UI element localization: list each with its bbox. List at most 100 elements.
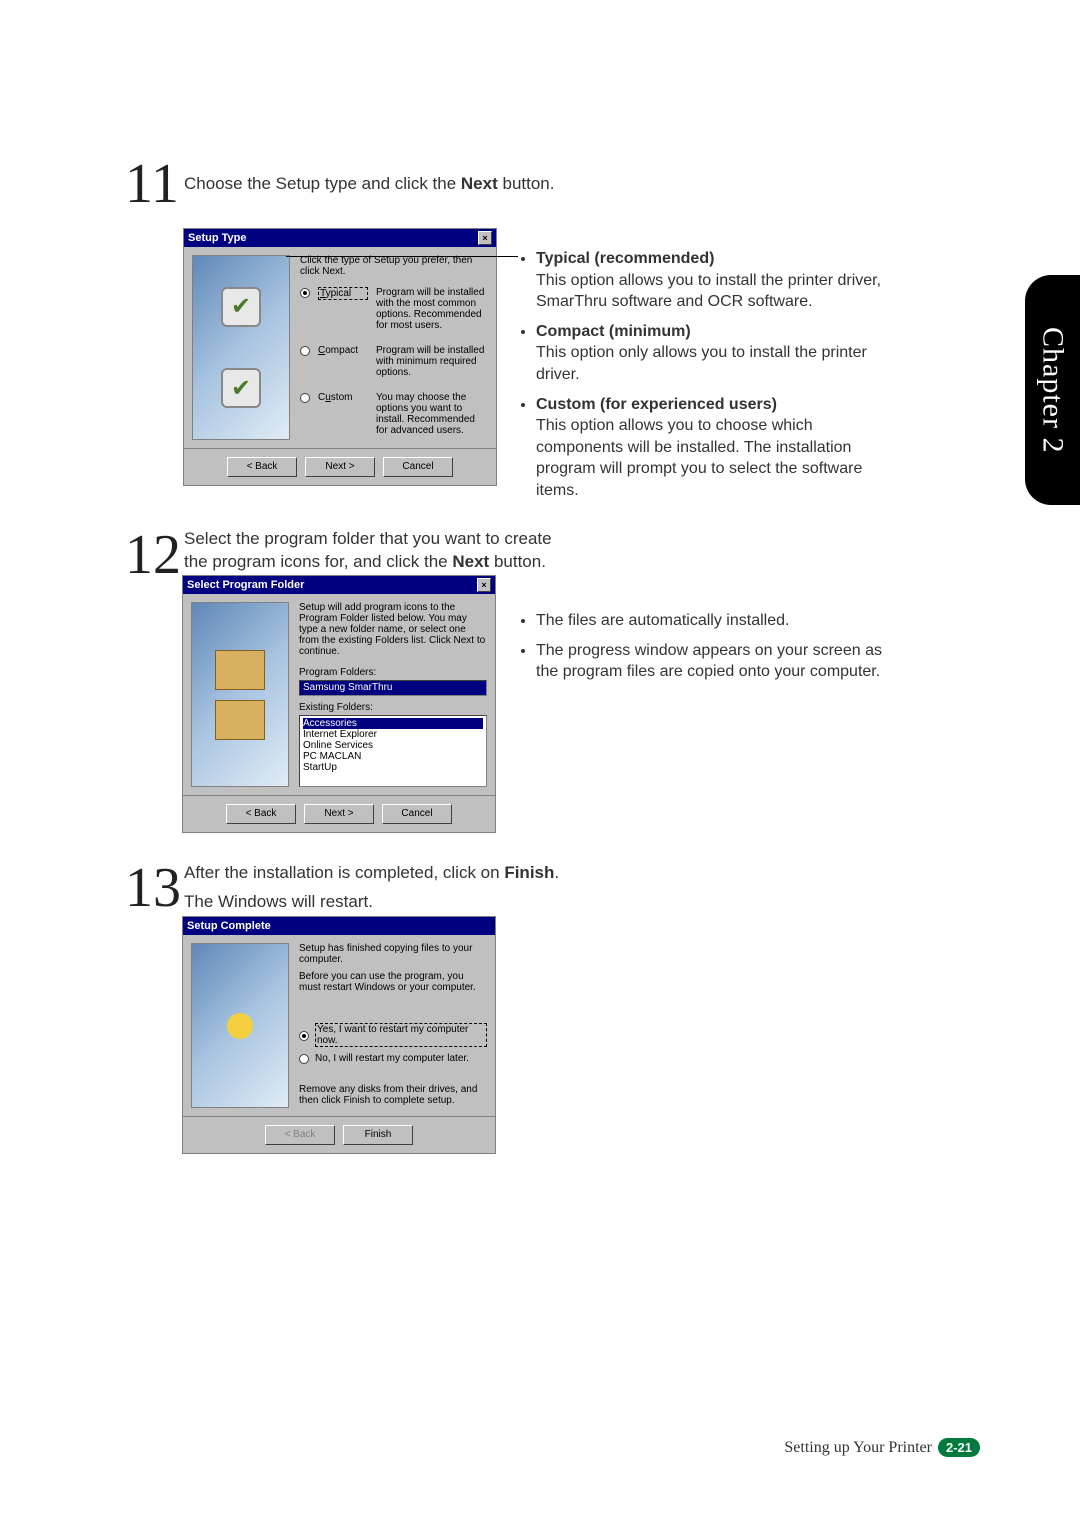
dialog1-instruction: Click the type of Setup you prefer, then… (300, 255, 488, 277)
back-button[interactable]: < Back (226, 804, 296, 824)
dialog2-titlebar: Select Program Folder × (183, 576, 495, 594)
step-number-11: 11 (125, 152, 179, 216)
dialog3-line1: Setup has finished copying files to your… (299, 943, 487, 965)
dialog3-line2: Before you can use the program, you must… (299, 971, 487, 993)
wizard-image (191, 602, 289, 787)
setup-type-dialog: Setup Type × ✔ ✔ Click the type of Setup… (183, 228, 497, 486)
custom-label: CustomCustom (318, 392, 368, 403)
restart-now-label: Yes, I want to restart my computer now. (315, 1023, 487, 1047)
back-button-disabled: < Back (265, 1125, 335, 1145)
step13-line2: The Windows will restart. (184, 891, 884, 914)
program-folders-label: Program Folders: (299, 667, 487, 678)
step-number-12: 12 (125, 523, 181, 587)
list-item[interactable]: Internet Explorer (303, 729, 483, 740)
wizard-image (191, 943, 289, 1108)
step13-line1-suffix: . (554, 863, 559, 882)
dialog3-titlebar: Setup Complete (183, 917, 495, 935)
step12-line2-bold: Next (452, 552, 489, 571)
step12-line1: Select the program folder that you want … (184, 529, 552, 548)
step11-text-suffix: button. (498, 174, 555, 193)
step11-text-bold: Next (461, 174, 498, 193)
side2-item-1: The files are automatically installed. (536, 610, 898, 632)
dialog3-title: Setup Complete (187, 917, 271, 935)
program-folder-input[interactable]: Samsung SmarThru (299, 680, 487, 696)
step13-line1-prefix: After the installation is completed, cli… (184, 863, 504, 882)
side1-item-typical: Typical (recommended) This option allows… (536, 248, 898, 313)
step13-instruction: After the installation is completed, cli… (184, 862, 884, 914)
close-icon[interactable]: × (477, 578, 491, 592)
wizard-image: ✔ ✔ (192, 255, 290, 440)
step11-text-prefix: Choose the Setup type and click the (184, 174, 461, 193)
radio-selected-icon[interactable] (300, 288, 310, 298)
side1-item-compact: Compact (minimum) This option only allow… (536, 321, 898, 386)
radio-icon[interactable] (299, 1054, 309, 1064)
side1-title-typical: Typical (recommended) (536, 250, 714, 267)
sun-icon (227, 1013, 253, 1039)
typical-desc: Program will be installed with the most … (376, 287, 488, 331)
dialog3-body: Setup has finished copying files to your… (183, 935, 495, 1116)
step-number-13: 13 (125, 856, 181, 920)
side1-desc-compact: This option only allows you to install t… (536, 344, 867, 383)
setup-complete-dialog: Setup Complete Setup has finished copyin… (182, 916, 496, 1154)
next-button[interactable]: Next > (305, 457, 375, 477)
dialog1-body: ✔ ✔ Click the type of Setup you prefer, … (184, 247, 496, 448)
typical-option-row[interactable]: TTypicalypical Program will be installed… (300, 287, 488, 331)
close-icon[interactable]: × (478, 231, 492, 245)
folder-icon (215, 700, 265, 740)
radio-icon[interactable] (300, 346, 310, 356)
finish-button[interactable]: Finish (343, 1125, 413, 1145)
side2-item-2: The progress window appears on your scre… (536, 640, 898, 683)
cancel-button[interactable]: Cancel (383, 457, 453, 477)
cancel-button[interactable]: Cancel (382, 804, 452, 824)
dialog2-right-panel: Setup will add program icons to the Prog… (299, 602, 487, 787)
step12-instruction: Select the program folder that you want … (184, 528, 884, 574)
step12-line2-prefix: the program icons for, and click the (184, 552, 452, 571)
compact-option-row[interactable]: CompactCompact Program will be installed… (300, 345, 488, 378)
page-footer: Setting up Your Printer 2-21 (784, 1438, 980, 1457)
side1-item-custom: Custom (for experienced users) This opti… (536, 394, 898, 502)
step11-instruction: Choose the Setup type and click the Next… (184, 173, 884, 196)
custom-desc: You may choose the options you want to i… (376, 392, 488, 436)
existing-folders-listbox[interactable]: Accessories Internet Explorer Online Ser… (299, 715, 487, 787)
restart-later-option[interactable]: No, I will restart my computer later. (299, 1053, 487, 1064)
radio-selected-icon[interactable] (299, 1031, 309, 1041)
dialog1-right-panel: Click the type of Setup you prefer, then… (300, 255, 488, 450)
dialog2-instruction: Setup will add program icons to the Prog… (299, 602, 487, 657)
custom-option-row[interactable]: CustomCustom You may choose the options … (300, 392, 488, 436)
dialog3-line3: Remove any disks from their drives, and … (299, 1084, 487, 1106)
page-number-badge: 2-21 (938, 1438, 980, 1457)
list-item[interactable]: Accessories (303, 718, 483, 729)
step11-explanation: Typical (recommended) This option allows… (518, 248, 898, 510)
chapter-tab-label: Chapter 2 (1036, 327, 1070, 453)
dialog2-button-row: < Back Next > Cancel (183, 795, 495, 832)
radio-icon[interactable] (300, 393, 310, 403)
dialog1-button-row: < Back Next > Cancel (184, 448, 496, 485)
checkmark-icon: ✔ (221, 368, 261, 408)
compact-label: CompactCompact (318, 345, 368, 356)
restart-later-label: No, I will restart my computer later. (315, 1053, 469, 1064)
next-button[interactable]: Next > (304, 804, 374, 824)
callout-leader-h (286, 256, 518, 257)
side1-title-custom: Custom (for experienced users) (536, 396, 777, 413)
restart-now-option[interactable]: Yes, I want to restart my computer now. (299, 1023, 487, 1047)
list-item[interactable]: Online Services (303, 740, 483, 751)
dialog3-right-panel: Setup has finished copying files to your… (299, 943, 487, 1106)
dialog2-body: Setup will add program icons to the Prog… (183, 594, 495, 795)
step12-explanation: The files are automatically installed. T… (518, 610, 898, 691)
list-item[interactable]: StartUp (303, 762, 483, 773)
existing-folders-label: Existing Folders: (299, 702, 487, 713)
chapter-tab: Chapter 2 (1025, 275, 1080, 505)
typical-label: TTypicalypical (318, 287, 368, 300)
folder-icon (215, 650, 265, 690)
select-program-folder-dialog: Select Program Folder × Setup will add p… (182, 575, 496, 833)
list-item[interactable]: PC MACLAN (303, 751, 483, 762)
back-button[interactable]: < Back (227, 457, 297, 477)
side1-title-compact: Compact (minimum) (536, 323, 691, 340)
dialog2-title: Select Program Folder (187, 576, 304, 594)
checkmark-icon: ✔ (221, 287, 261, 327)
dialog1-title: Setup Type (188, 229, 246, 247)
step12-line2-suffix: button. (489, 552, 546, 571)
side1-desc-custom: This option allows you to choose which c… (536, 417, 862, 499)
footer-section: Setting up Your Printer (784, 1439, 932, 1457)
dialog1-titlebar: Setup Type × (184, 229, 496, 247)
